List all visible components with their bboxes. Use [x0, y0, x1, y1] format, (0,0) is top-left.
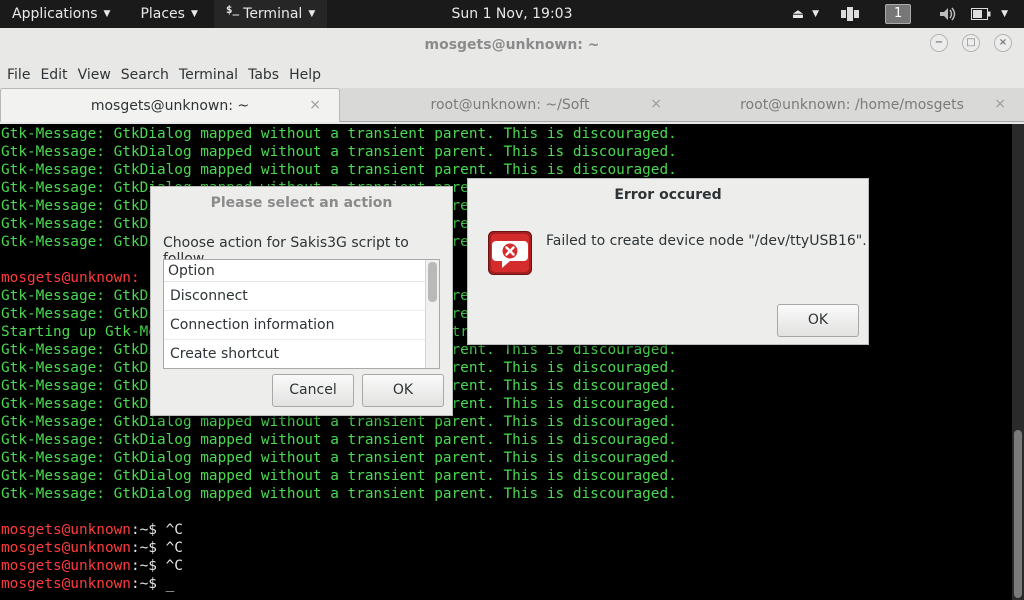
tab-label: root@unknown: ~/Soft: [430, 97, 590, 113]
terminal-line: Gtk-Message: GtkDialog mapped without a …: [1, 450, 677, 466]
error-icon: [488, 231, 532, 275]
window-titlebar[interactable]: mosgets@unknown: ~ − □ ×: [0, 28, 1024, 62]
terminal-scrollbar[interactable]: [1012, 124, 1024, 600]
terminal-line: Gtk-Message: GtkDialog mapped without a …: [1, 126, 677, 142]
list-item-connection-information[interactable]: Connection information: [164, 311, 439, 340]
menu-view[interactable]: View: [73, 67, 116, 83]
select-action-dialog: Please select an action Choose action fo…: [150, 186, 453, 416]
applications-menu[interactable]: Applications ▼: [0, 0, 122, 28]
prompt-separator: :~$: [130, 522, 166, 538]
applications-label: Applications: [12, 6, 98, 22]
terminal-line: Gtk-Message: GtkDialog mapped without a …: [1, 432, 677, 448]
caret-down-icon: ▼: [190, 9, 198, 19]
terminal-line: Gtk-Message: GtkDialog mapped without a …: [1, 162, 677, 178]
terminal-prompt-line: mosgets@unknown:~$ ^C: [1, 521, 1012, 539]
minimize-button[interactable]: −: [930, 34, 948, 52]
list-item-create-shortcut[interactable]: Create shortcut: [164, 340, 439, 368]
menu-tabs[interactable]: Tabs: [243, 67, 284, 83]
error-message: Failed to create device node "/dev/ttyUS…: [546, 233, 867, 249]
ok-button[interactable]: OK: [362, 374, 444, 407]
terminal-app-menu[interactable]: $_ Terminal ▼: [213, 0, 328, 28]
places-menu[interactable]: Places ▼: [128, 0, 209, 28]
close-tab-icon[interactable]: ×: [650, 96, 662, 112]
workspace-indicator[interactable]: 1: [885, 4, 912, 24]
menu-search[interactable]: Search: [116, 67, 174, 83]
terminal-app-label: Terminal: [243, 6, 303, 22]
dialog-title: Please select an action: [210, 195, 393, 211]
maximize-button[interactable]: □: [962, 34, 980, 52]
terminal-line: Gtk-Message: GtkDialog mapped without a …: [1, 144, 677, 160]
list-column-header[interactable]: Option: [164, 260, 439, 282]
menu-help[interactable]: Help: [284, 67, 326, 83]
menu-terminal[interactable]: Terminal: [174, 67, 243, 83]
top-panel: Applications ▼ Places ▼ $_ Terminal ▼ Su…: [0, 0, 1024, 28]
list-scrollbar[interactable]: [425, 260, 439, 368]
prompt-separator: :~$: [130, 576, 166, 592]
close-button[interactable]: ×: [994, 34, 1012, 52]
list-item-disconnect[interactable]: Disconnect: [164, 282, 439, 311]
prompt-user: mosgets@unknown: [1, 558, 131, 574]
caret-down-icon: ▼: [308, 9, 316, 19]
tab-root-soft[interactable]: root@unknown: ~/Soft ×: [340, 88, 680, 122]
window-title: mosgets@unknown: ~: [424, 37, 600, 53]
prompt-separator: :~$: [130, 558, 166, 574]
places-label: Places: [140, 6, 185, 22]
system-tray: ⏏ ▼ 1 ▼: [786, 0, 1024, 28]
volume-icon[interactable]: [933, 0, 963, 28]
terminal-scroll-thumb[interactable]: [1014, 430, 1022, 598]
eject-icon[interactable]: ⏏ ▼: [786, 0, 825, 28]
workspace-switcher-icon[interactable]: [835, 0, 865, 28]
terminal-prompt-line: mosgets@unknown:~$ ^C: [1, 557, 1012, 575]
prompt-command: ^C: [165, 522, 183, 538]
clock[interactable]: Sun 1 Nov, 19:03: [451, 6, 572, 22]
dialog-title: Error occured: [614, 187, 722, 203]
prompt-user: mosgets@unknown: [1, 522, 131, 538]
menu-file[interactable]: File: [2, 67, 35, 83]
error-dialog: Error occured Failed to create device no…: [467, 178, 869, 345]
terminal-line: Gtk-Message: GtkDialog mapped without a …: [1, 486, 677, 502]
prompt-user: mosgets@unknown: [1, 576, 131, 592]
terminal-prompt-line: mosgets@unknown:~$ _: [1, 575, 1012, 593]
menu-edit[interactable]: Edit: [35, 67, 72, 83]
close-tab-icon[interactable]: ×: [309, 97, 321, 113]
battery-icon[interactable]: ▼: [965, 0, 1014, 28]
list-scroll-thumb[interactable]: [428, 262, 437, 302]
tab-label: root@unknown: /home/mosgets: [740, 97, 964, 113]
prompt-command: ^C: [165, 558, 183, 574]
action-list: Option Disconnect Connection information…: [163, 259, 440, 369]
cancel-button[interactable]: Cancel: [272, 374, 354, 407]
close-tab-icon[interactable]: ×: [994, 96, 1006, 112]
tab-label: mosgets@unknown: ~: [90, 97, 250, 114]
prompt-separator: :~$: [130, 540, 166, 556]
tab-mosgets-home[interactable]: mosgets@unknown: ~ ×: [0, 88, 340, 122]
prompt-user: mosgets@unknown: [1, 540, 131, 556]
prompt-command: _: [165, 576, 175, 592]
terminal-line: Gtk-Message: GtkDialog mapped without a …: [1, 468, 677, 484]
prompt-command: ^C: [165, 540, 183, 556]
terminal-icon: $_: [225, 2, 240, 16]
ok-button[interactable]: OK: [777, 304, 859, 337]
menubar: File Edit View Search Terminal Tabs Help: [0, 62, 1024, 88]
tab-root-home-mosgets[interactable]: root@unknown: /home/mosgets ×: [680, 88, 1024, 122]
caret-down-icon: ▼: [103, 9, 111, 19]
tab-bar: mosgets@unknown: ~ × root@unknown: ~/Sof…: [0, 88, 1024, 122]
terminal-prompt-line: mosgets@unknown:~$ ^C: [1, 539, 1012, 557]
